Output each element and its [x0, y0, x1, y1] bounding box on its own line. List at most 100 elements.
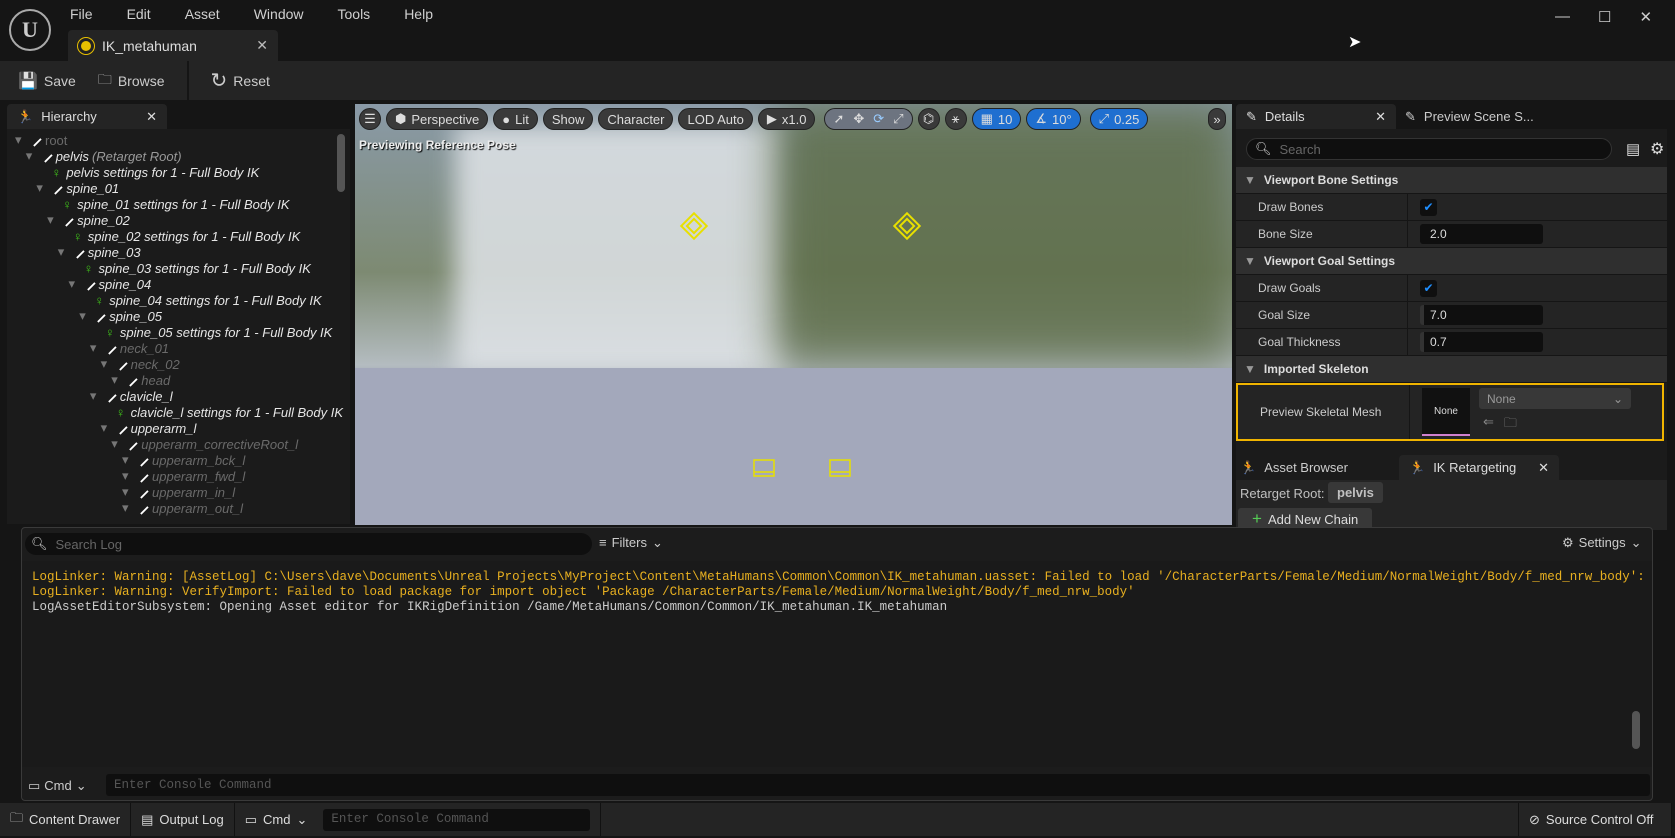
- menu-asset[interactable]: Asset: [185, 6, 220, 22]
- tree-item[interactable]: ▾ ⚊ root: [15, 130, 67, 149]
- goal-thickness-input[interactable]: 0.7: [1420, 332, 1543, 352]
- tree-item[interactable]: ▾ ⚊ spine_01: [36, 178, 119, 197]
- scale-snap-button[interactable]: ⤢ 0.25: [1089, 108, 1149, 130]
- tree-item[interactable]: ▾ ⚊ upperarm_out_l: [122, 498, 243, 517]
- scale-icon[interactable]: ⤢: [893, 111, 903, 127]
- menu-window[interactable]: Window: [254, 6, 304, 22]
- tree-item[interactable]: ♀ spine_03 settings for 1 - Full Body IK: [69, 260, 311, 276]
- tree-scrollbar[interactable]: [337, 134, 345, 192]
- expand-arrow-icon[interactable]: ▾: [36, 180, 46, 196]
- gear-icon[interactable]: ⚙: [1650, 139, 1664, 159]
- tree-item[interactable]: ▾ ⚊ head: [111, 370, 170, 389]
- window-close-icon[interactable]: ✕: [1639, 8, 1652, 26]
- lit-button[interactable]: ● Lit: [493, 108, 538, 130]
- menu-help[interactable]: Help: [404, 6, 433, 22]
- goal-size-input[interactable]: 7.0: [1420, 305, 1543, 325]
- playback-speed-button[interactable]: ▶ x1.0: [757, 108, 816, 130]
- close-icon[interactable]: ✕: [1538, 460, 1549, 476]
- mesh-thumbnail[interactable]: None: [1422, 388, 1470, 436]
- tree-item[interactable]: ▾ ⚊ spine_02: [47, 210, 130, 229]
- details-tab[interactable]: ✎ Details ✕: [1236, 104, 1396, 129]
- world-space-button[interactable]: ⚹: [944, 108, 967, 130]
- reset-button[interactable]: ↻ Reset: [211, 68, 270, 93]
- close-icon[interactable]: ✕: [146, 109, 157, 125]
- character-button[interactable]: Character: [598, 108, 674, 130]
- expand-arrow-icon[interactable]: ▾: [90, 388, 100, 404]
- retarget-root-value[interactable]: pelvis: [1328, 482, 1383, 503]
- browse-asset-icon[interactable]: 🗀: [1504, 414, 1517, 436]
- menu-file[interactable]: File: [70, 6, 93, 22]
- expand-arrow-icon[interactable]: ▾: [79, 308, 89, 324]
- expand-arrow-icon[interactable]: ▾: [90, 340, 100, 356]
- tree-item[interactable]: ▾ ⚊ spine_03: [58, 242, 141, 261]
- expand-arrow-icon[interactable]: ▾: [101, 420, 111, 436]
- tree-item[interactable]: ▾ ⚊ clavicle_l: [90, 386, 173, 405]
- expand-arrow-icon[interactable]: ▾: [58, 244, 68, 260]
- section-viewport-bone[interactable]: ▼ Viewport Bone Settings: [1236, 167, 1667, 194]
- ik-retargeting-tab[interactable]: 🏃 IK Retargeting ✕: [1399, 455, 1559, 480]
- tree-item[interactable]: ▾ ⚊ pelvis (Retarget Root): [26, 146, 182, 165]
- preview-scene-tab[interactable]: ✎ Preview Scene S...: [1405, 104, 1534, 129]
- tree-item[interactable]: ▾ ⚊ spine_05: [79, 306, 162, 325]
- expand-arrow-icon[interactable]: ▾: [15, 132, 25, 148]
- unreal-logo[interactable]: U: [9, 9, 51, 51]
- use-selected-icon[interactable]: ⇐: [1483, 414, 1494, 436]
- asset-browser-tab[interactable]: 🏃 Asset Browser: [1240, 455, 1348, 480]
- tree-item[interactable]: ▾ ⚊ neck_01: [90, 338, 169, 357]
- expand-arrow-icon[interactable]: ▾: [122, 468, 132, 484]
- bone-size-input[interactable]: 2.0: [1420, 224, 1543, 244]
- table-view-icon[interactable]: ▤: [1626, 140, 1640, 158]
- tree-item[interactable]: ♀ pelvis settings for 1 - Full Body IK: [36, 164, 260, 180]
- maximize-icon[interactable]: ☐: [1598, 8, 1611, 26]
- tree-item[interactable]: ▾ ⚊ spine_04: [69, 274, 152, 293]
- local-space-button[interactable]: ⌬: [917, 108, 940, 130]
- lod-button[interactable]: LOD Auto: [678, 108, 753, 130]
- tree-item[interactable]: ▾ ⚊ upperarm_l: [101, 418, 197, 437]
- expand-arrow-icon[interactable]: ▾: [111, 372, 121, 388]
- details-search[interactable]: 🔍︎ Search: [1246, 138, 1612, 160]
- section-viewport-goal[interactable]: ▼ Viewport Goal Settings: [1236, 248, 1667, 275]
- status-cmd-button[interactable]: ▭ Cmd ⌄ Enter Console Command: [235, 803, 602, 836]
- expand-arrow-icon[interactable]: ▾: [26, 148, 36, 164]
- close-icon[interactable]: ✕: [256, 37, 268, 54]
- log-cmd-button[interactable]: ▭ Cmd ⌄: [28, 778, 87, 794]
- viewport-menu-button[interactable]: ☰: [359, 108, 381, 130]
- log-vertical-scrollbar[interactable]: [1632, 711, 1640, 749]
- tree-item[interactable]: ♀ clavicle_l settings for 1 - Full Body I…: [101, 404, 343, 420]
- asset-tab[interactable]: IK_metahuman ✕: [68, 30, 278, 61]
- expand-arrow-icon[interactable]: ▾: [47, 212, 57, 228]
- content-drawer-button[interactable]: 🗀 Content Drawer: [0, 803, 132, 836]
- expand-arrow-icon[interactable]: ▾: [101, 356, 111, 372]
- show-button[interactable]: Show: [542, 108, 594, 130]
- tree-item[interactable]: ▾ ⚊ neck_02: [101, 354, 180, 373]
- save-button[interactable]: 💾 Save: [18, 71, 76, 91]
- output-log-button[interactable]: ▤ Output Log: [131, 803, 235, 836]
- section-imported-skeleton[interactable]: ▼ Imported Skeleton: [1236, 356, 1667, 383]
- expand-arrow-icon[interactable]: ▾: [111, 436, 121, 452]
- tree-item[interactable]: ♀ spine_05 settings for 1 - Full Body IK: [90, 324, 332, 340]
- perspective-button[interactable]: ⬢ Perspective: [386, 108, 489, 130]
- rotate-icon[interactable]: ⟳: [873, 111, 884, 127]
- expand-arrow-icon[interactable]: ▾: [122, 484, 132, 500]
- mesh-dropdown[interactable]: None ⌄: [1479, 388, 1631, 409]
- viewport[interactable]: ☰ ⬢ Perspective ● Lit Show Character LOD A…: [355, 104, 1232, 525]
- search-log-input[interactable]: 🔍︎ Search Log: [25, 533, 592, 555]
- draw-goals-checkbox[interactable]: ✔: [1420, 279, 1437, 297]
- source-control-button[interactable]: ⊘ Source Control Off: [1519, 803, 1672, 836]
- browse-button[interactable]: 🗀 Browse: [98, 69, 165, 93]
- menu-tools[interactable]: Tools: [338, 6, 371, 22]
- minimize-icon[interactable]: —: [1555, 8, 1570, 26]
- tree-item[interactable]: ▾ ⚊ upperarm_in_l: [122, 482, 235, 501]
- menu-edit[interactable]: Edit: [127, 6, 151, 22]
- status-console-input[interactable]: Enter Console Command: [323, 808, 591, 831]
- grid-snap-button[interactable]: ▦ 10: [971, 108, 1022, 130]
- log-console-input[interactable]: Enter Console Command: [106, 774, 1650, 796]
- hierarchy-tab[interactable]: 🏃 Hierarchy ✕: [7, 104, 167, 129]
- tree-item[interactable]: ♀ spine_04 settings for 1 - Full Body IK: [79, 292, 321, 308]
- tree-item[interactable]: ♀ spine_01 settings for 1 - Full Body IK: [47, 196, 289, 212]
- select-icon[interactable]: ➚: [833, 111, 844, 127]
- tree-item[interactable]: ♀ spine_02 settings for 1 - Full Body IK: [58, 228, 300, 244]
- rotation-snap-button[interactable]: ∡ 10°: [1026, 108, 1081, 130]
- expand-arrow-icon[interactable]: ▾: [122, 452, 132, 468]
- close-icon[interactable]: ✕: [1375, 109, 1386, 125]
